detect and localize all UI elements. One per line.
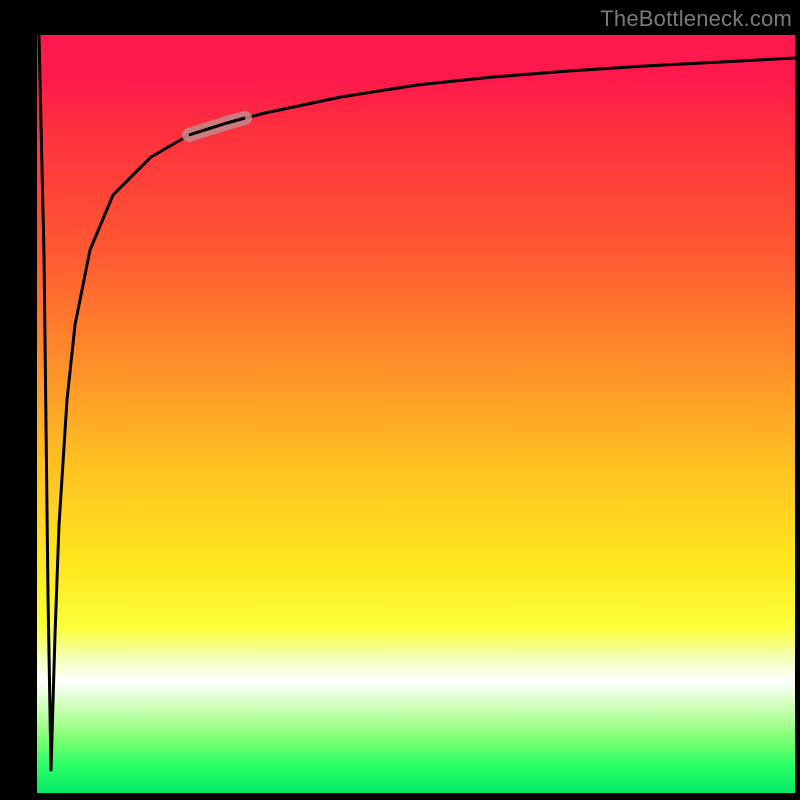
watermark-text: TheBottleneck.com xyxy=(600,6,792,32)
y-axis xyxy=(35,35,37,795)
chart-stage: TheBottleneck.com xyxy=(0,0,800,800)
plot-area xyxy=(35,35,795,795)
x-axis xyxy=(35,793,795,795)
